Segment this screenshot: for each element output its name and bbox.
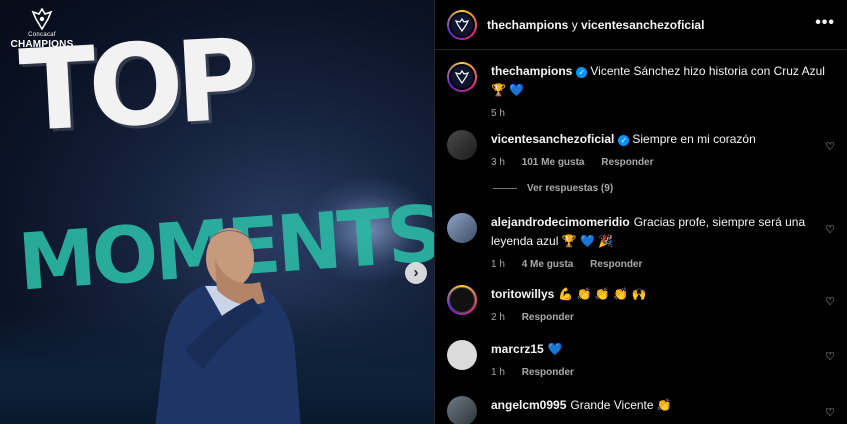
reply-button[interactable]: Responder	[590, 259, 642, 270]
heart-icon[interactable]: ♡	[825, 295, 835, 308]
comment-item: angelcm0995 Grande Vicente 👏 ♡	[447, 396, 835, 424]
comment-item: toritowillys 💪 👏 👏 👏 🙌 2 h Responder ♡	[447, 285, 835, 327]
chevron-right-icon: ›	[413, 264, 419, 281]
comment-time: 3 h	[491, 157, 505, 168]
champions-logo-icon	[455, 70, 469, 84]
commenter-avatar[interactable]	[447, 213, 477, 243]
heart-icon[interactable]: ♡	[825, 223, 835, 236]
comment-item: vicentesanchezoficial ✓ Siempre en mi cora…	[447, 130, 835, 172]
comment-username[interactable]: marcrz15	[491, 342, 544, 356]
post-caption: thechampions ✓ Vicente Sánchez hizo histor…	[447, 62, 835, 123]
commenter-avatar[interactable]	[447, 396, 477, 424]
caption-username[interactable]: thechampions	[491, 64, 572, 78]
comments-panel: thechampions y vicentesanchezoficial •••…	[434, 0, 847, 424]
comment-text: 💙	[547, 342, 563, 356]
comment-time: 1 h	[491, 367, 505, 378]
comment-likes[interactable]: 4 Me gusta	[522, 259, 574, 270]
comment-text: 💪 👏 👏 👏 🙌	[558, 287, 647, 301]
authors-conjunction: y	[571, 17, 578, 32]
author-avatar[interactable]	[447, 9, 477, 40]
reply-button[interactable]: Responder	[522, 367, 574, 378]
reply-button[interactable]: Responder	[601, 157, 653, 168]
coauthor-username[interactable]: vicentesanchezoficial	[581, 18, 704, 32]
caption-avatar[interactable]	[447, 62, 477, 92]
heart-icon[interactable]: ♡	[825, 350, 835, 363]
verified-badge-icon: ✓	[576, 67, 588, 78]
headline-top: TOP	[16, 15, 253, 157]
heart-icon[interactable]: ♡	[825, 140, 835, 153]
comment-username[interactable]: alejandrodecimomeridio	[491, 215, 630, 229]
replies-divider	[493, 188, 517, 189]
comment-item: alejandrodecimomeridio Gracias profe, sie…	[447, 213, 835, 274]
commenter-avatar[interactable]	[447, 285, 477, 315]
author-username[interactable]: thechampions	[487, 18, 568, 32]
commenter-avatar[interactable]	[447, 130, 477, 160]
verified-badge-icon: ✓	[618, 135, 630, 146]
comment-time: 2 h	[491, 312, 505, 323]
caption-time: 5 h	[491, 108, 505, 119]
reply-button[interactable]: Responder	[522, 312, 574, 323]
comment-text: Siempre en mi corazón	[632, 132, 756, 146]
view-replies-button[interactable]: Ver respuestas (9)	[493, 183, 613, 194]
view-replies-label: Ver respuestas (9)	[527, 183, 614, 194]
comment-time: 1 h	[491, 259, 505, 270]
commenter-avatar[interactable]	[447, 340, 477, 370]
comment-text: Grande Vicente 👏	[570, 398, 672, 412]
comment-username[interactable]: angelcm0995	[491, 398, 566, 412]
post-media: Concacaf CHAMPIONS CUP TOP MOMENTS ›	[0, 0, 434, 424]
champions-logo-icon	[455, 17, 469, 32]
more-options-icon[interactable]: •••	[815, 14, 835, 32]
next-slide-button[interactable]: ›	[405, 262, 427, 284]
comment-username[interactable]: vicentesanchezoficial	[491, 132, 614, 146]
post-authors: thechampions y vicentesanchezoficial	[487, 18, 704, 32]
coach-figure	[155, 228, 301, 424]
post-header: thechampions y vicentesanchezoficial •••	[435, 0, 847, 50]
comment-item: marcrz15 💙 1 h Responder ♡	[447, 340, 835, 382]
comment-likes[interactable]: 101 Me gusta	[522, 157, 585, 168]
comment-username[interactable]: toritowillys	[491, 287, 554, 301]
heart-icon[interactable]: ♡	[825, 406, 835, 419]
